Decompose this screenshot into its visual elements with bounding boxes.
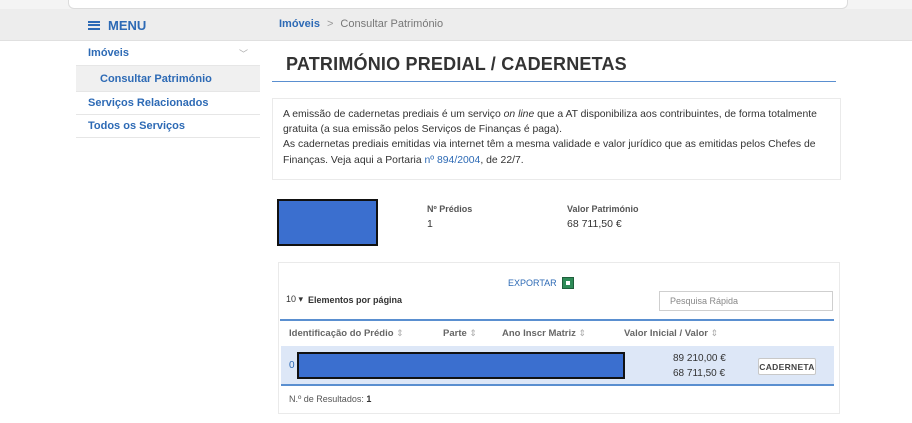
info-emphasis: on line — [503, 109, 535, 120]
valor-patrimonio-value: 68 711,50 € — [567, 218, 622, 230]
page-title: PATRIMÓNIO PREDIAL / CADERNETAS — [286, 54, 627, 74]
sort-icon: ⇕ — [578, 328, 587, 338]
caderneta-button[interactable]: CADERNETA — [758, 358, 816, 375]
valor-cell: 68 711,50 € — [673, 368, 726, 379]
quick-search-input[interactable]: Pesquisa Rápida — [659, 291, 833, 311]
sidebar-item-label: Todos os Serviços — [88, 120, 185, 132]
sidebar-item-label: Consultar Património — [100, 72, 212, 85]
excel-icon — [561, 277, 574, 289]
export-button[interactable]: EXPORTAR — [508, 277, 574, 289]
export-label: EXPORTAR — [508, 278, 557, 288]
sort-icon: ⇕ — [710, 328, 719, 338]
info-box: A emissão de cadernetas prediais é um se… — [272, 98, 841, 180]
predios-value: 1 — [427, 218, 433, 230]
info-text: A emissão de cadernetas prediais é um se… — [283, 109, 504, 120]
sort-icon: ⇕ — [396, 328, 404, 338]
sidebar-item-consultar-patrimonio[interactable]: Consultar Património — [76, 66, 260, 92]
portaria-link[interactable]: nº 894/2004 — [425, 155, 481, 166]
breadcrumb-imoveis[interactable]: Imóveis — [279, 18, 320, 30]
page-size-select[interactable]: 10 ▾ — [286, 294, 303, 305]
info-text: , de 22/7. — [480, 154, 524, 166]
search-placeholder: Pesquisa Rápida — [670, 296, 739, 306]
sidebar-item-imoveis[interactable]: Imóveis ﹀ — [76, 41, 260, 66]
hamburger-icon — [88, 20, 100, 30]
redacted-block — [297, 352, 625, 379]
sort-icon: ⇕ — [469, 328, 477, 338]
sidebar: Imóveis ﹀ Consultar Património Serviços … — [76, 41, 260, 138]
sidebar-item-todos-servicos[interactable]: Todos os Serviços — [76, 115, 260, 138]
top-bar — [68, 0, 848, 9]
column-header-identificacao[interactable]: Identificação do Prédio ⇕ — [289, 328, 404, 339]
breadcrumb: Imóveis > Consultar Património — [279, 18, 443, 30]
chevron-down-icon: ﹀ — [238, 48, 248, 59]
predio-id-link[interactable]: 0 — [289, 360, 295, 371]
results-count: N.º de Resultados: 1 — [289, 394, 371, 404]
redacted-block — [277, 199, 378, 246]
column-header-ano[interactable]: Ano Inscr Matriz ⇕ — [502, 328, 586, 339]
menu-label: MENU — [108, 17, 147, 33]
page-size-control: 10 ▾ Elementos por página — [286, 294, 402, 305]
sidebar-item-label: Serviços Relacionados — [88, 97, 209, 109]
valor-inicial-cell: 89 210,00 € — [673, 353, 726, 364]
menu-button[interactable]: MENU — [88, 10, 146, 40]
table-header-rule — [280, 319, 834, 321]
info-text: As cadernetas prediais emitidas via inte… — [283, 139, 816, 166]
breadcrumb-separator: > — [326, 18, 334, 30]
sidebar-item-servicos-relacionados[interactable]: Serviços Relacionados — [76, 92, 260, 115]
sidebar-item-label: Imóveis — [88, 47, 129, 59]
valor-patrimonio-label: Valor Património — [567, 204, 639, 214]
title-divider — [272, 81, 836, 82]
column-header-parte[interactable]: Parte ⇕ — [443, 328, 477, 339]
page-size-label: Elementos por página — [308, 294, 403, 305]
results-value: 1 — [366, 394, 372, 404]
breadcrumb-current: Consultar Património — [340, 18, 444, 30]
column-header-valor[interactable]: Valor Inicial / Valor ⇕ — [624, 328, 718, 339]
predios-label: Nº Prédios — [427, 204, 473, 214]
results-label: N.º de Resultados: — [289, 394, 364, 404]
